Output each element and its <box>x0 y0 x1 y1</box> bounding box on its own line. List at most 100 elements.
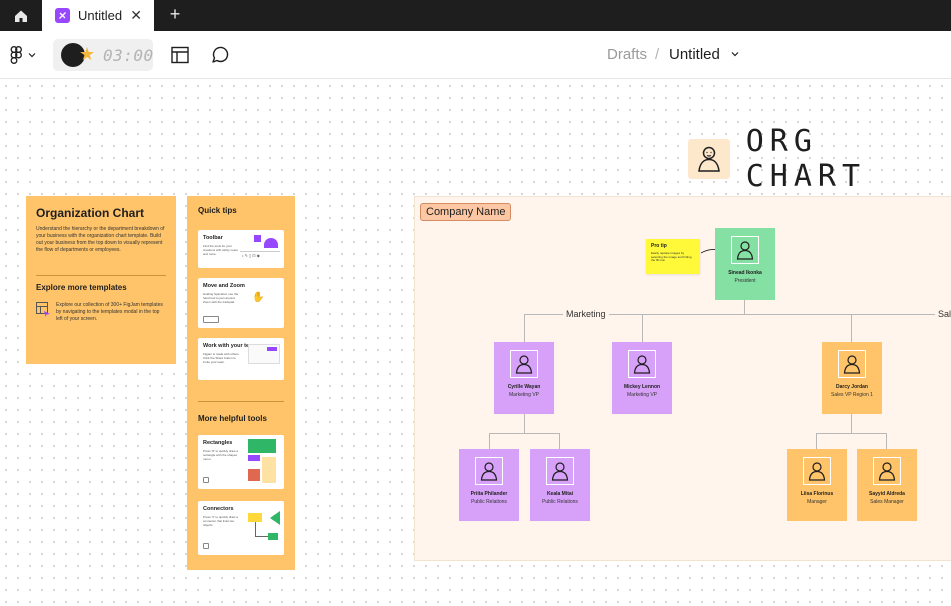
department-label-sales[interactable]: Sal <box>935 309 951 319</box>
person-card-marketing-vp[interactable]: Cyrille Wayan Marketing VP <box>494 342 554 414</box>
shapes-illustration <box>248 439 280 483</box>
timer[interactable]: ★ 03:00 <box>53 39 153 71</box>
person-icon <box>873 457 901 485</box>
person-icon <box>838 350 866 378</box>
person-card-sales-manager[interactable]: Sayyid Aldreda Sales Manager <box>857 449 917 521</box>
toolbar: ★ 03:00 Drafts / Untitled <box>0 31 951 79</box>
tip-card-body: Press 'X' to quickly draw a connector th… <box>203 515 238 527</box>
person-role: Public Relations <box>542 499 578 505</box>
share-illustration <box>248 344 280 364</box>
connector-line <box>642 314 643 342</box>
comment-button[interactable] <box>210 45 230 65</box>
person-role: Manager <box>807 499 827 505</box>
breadcrumb-drafts[interactable]: Drafts <box>607 46 647 63</box>
company-name-label[interactable]: Company Name <box>420 203 512 221</box>
quick-tips-title: Quick tips <box>198 206 237 215</box>
connector-line <box>851 314 852 342</box>
chevron-down-icon[interactable] <box>730 49 740 59</box>
connector-line <box>851 414 852 433</box>
person-icon <box>546 457 574 485</box>
layout-icon <box>171 46 189 64</box>
person-role: President <box>734 278 756 284</box>
breadcrumb-file-name[interactable]: Untitled <box>669 46 720 63</box>
chevron-down-icon <box>28 53 36 58</box>
person-role: Sales Manager <box>870 499 904 505</box>
person-icon <box>475 457 503 485</box>
divider <box>36 275 166 276</box>
person-card-sales-vp[interactable]: Darcy Jordan Sales VP Region 1 <box>822 342 882 414</box>
star-icon: ★ <box>79 44 96 64</box>
connector-line <box>816 433 887 434</box>
connector-line <box>886 433 887 449</box>
tip-card-work-with-team[interactable]: Work with your team Figjam is made with … <box>198 338 284 380</box>
pro-tip-sticky[interactable]: Pro tip Easily replace images by selecti… <box>646 239 700 274</box>
tip-card-body: Holding Spacebar, use the hand tool to p… <box>203 292 239 304</box>
tab-close-button[interactable]: ✕ <box>130 8 142 22</box>
explore-text: Explore our collection of 300+ FigJam te… <box>56 302 163 322</box>
person-name: Darcy Jordan <box>836 384 868 390</box>
person-name: Liisa Florinus <box>800 491 834 497</box>
org-chart-title: ORG CHART <box>745 124 867 194</box>
person-name: Priita Philander <box>470 491 508 497</box>
intro-body: Understand the hierarchy or the departme… <box>36 226 165 253</box>
templates-icon <box>36 302 50 317</box>
person-card-public-relations[interactable]: Keala Mitai Public Relations <box>530 449 590 521</box>
person-role: Marketing VP <box>508 392 539 398</box>
tip-card-move-and-zoom[interactable]: Move and Zoom Holding Spacebar, use the … <box>198 278 284 328</box>
person-name: Sinead Ikonka <box>728 270 762 276</box>
hand-icon: ✋ <box>252 292 265 303</box>
tab-untitled[interactable]: Untitled ✕ <box>42 0 154 31</box>
connector-line <box>489 433 490 449</box>
person-name: Mickey Lennon <box>623 384 661 390</box>
tip-card-toolbar[interactable]: Toolbar Find the tools for your creation… <box>198 230 284 268</box>
person-name: Sayyid Aldreda <box>869 491 905 497</box>
person-card-marketing-vp[interactable]: Mickey Lennon Marketing VP <box>612 342 672 414</box>
tip-card-body: Press 'R' to quickly draw a rectangle wi… <box>203 449 238 461</box>
org-chart-banner[interactable]: ORG CHART <box>688 124 951 194</box>
quick-tips-panel[interactable]: Quick tips Toolbar Find the tools for yo… <box>187 196 295 570</box>
keyboard-key <box>203 543 209 549</box>
toolbar-illustration: • ✎ ▯ ⊡ ◆ <box>240 235 280 263</box>
person-card-manager[interactable]: Liisa Florinus Manager <box>787 449 847 521</box>
tab-bar: Untitled ✕ + <box>0 0 951 31</box>
connector-line <box>524 314 525 342</box>
divider <box>198 401 284 402</box>
person-name: Keala Mitai <box>546 491 574 497</box>
more-tools-title: More helpful tools <box>198 414 267 423</box>
tip-card-body: Find the tools for your creations with s… <box>203 244 238 256</box>
figjam-icon <box>55 8 70 23</box>
connector-line <box>744 299 745 314</box>
breadcrumb-separator: / <box>655 46 660 63</box>
person-card-president[interactable]: Sinead Ikonka President <box>715 228 775 300</box>
keyboard-key <box>203 477 209 483</box>
person-icon <box>803 457 831 485</box>
tab-title: Untitled <box>78 8 123 23</box>
person-icon <box>731 236 759 264</box>
department-label-marketing[interactable]: Marketing <box>563 309 609 319</box>
comment-icon <box>212 46 229 63</box>
layout-button[interactable] <box>170 45 190 65</box>
tip-card-connectors[interactable]: Connectors Press 'X' to quickly draw a c… <box>198 501 284 555</box>
connector-line <box>524 414 525 433</box>
canvas[interactable]: ORG CHART Organization Chart Understand … <box>0 80 951 606</box>
home-button[interactable] <box>0 0 42 31</box>
person-icon <box>688 139 730 179</box>
new-tab-button[interactable]: + <box>165 4 185 24</box>
person-icon <box>628 350 656 378</box>
intro-card[interactable]: Organization Chart Understand the hierar… <box>26 196 176 364</box>
tip-card-body: Figjam is made with others. Click the Sh… <box>203 352 240 364</box>
connector-line <box>559 433 560 449</box>
connector-line <box>816 433 817 449</box>
tip-card-rectangles[interactable]: Rectangles Press 'R' to quickly draw a r… <box>198 435 284 489</box>
tip-card-title: Move and Zoom <box>203 283 245 289</box>
figma-logo-icon <box>10 46 22 64</box>
person-name: Cyrille Wayan <box>507 384 541 390</box>
intro-title: Organization Chart <box>36 206 145 220</box>
person-role: Sales VP Region 1 <box>831 392 873 398</box>
home-icon <box>15 10 27 22</box>
connector-illustration <box>248 509 280 549</box>
sticky-body: Easily replace images by selecting the i… <box>651 251 692 262</box>
timer-text: 03:00 <box>103 46 154 65</box>
main-menu-button[interactable] <box>10 44 44 66</box>
person-card-public-relations[interactable]: Priita Philander Public Relations <box>459 449 519 521</box>
